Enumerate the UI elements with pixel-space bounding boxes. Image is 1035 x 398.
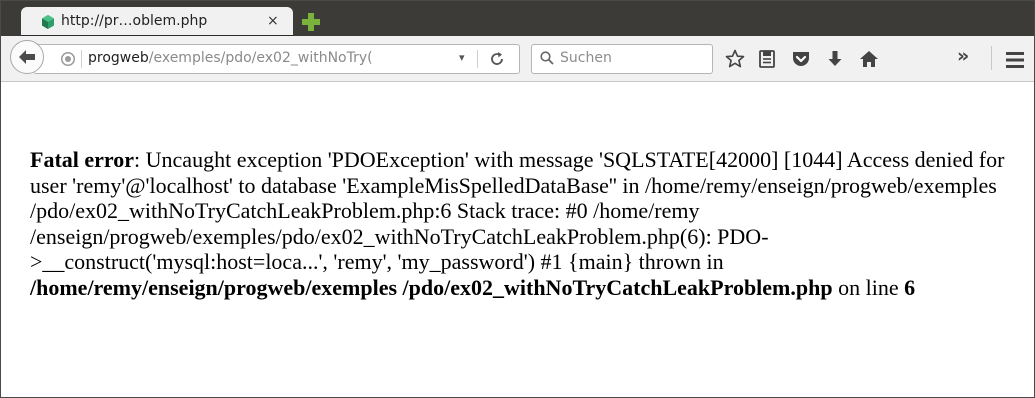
url-text[interactable]: progweb/exemples/pdo/ex02_withNoTry( [88, 50, 410, 66]
plus-icon[interactable] [301, 12, 321, 32]
search-input[interactable] [560, 48, 705, 68]
hamburger-menu-icon[interactable] [1005, 50, 1025, 70]
url-path: /exemples/pdo/ex02_withNoTry( [148, 50, 373, 66]
info-icon[interactable] [60, 51, 76, 67]
navigation-toolbar: progweb/exemples/pdo/ex02_withNoTry( ▾ S… [1, 36, 1034, 82]
url-host: progweb [88, 50, 149, 66]
back-arrow-icon [19, 50, 35, 64]
url-separator [477, 50, 478, 68]
error-message: Fatal error: Uncaught exception 'PDOExce… [30, 147, 1025, 300]
tab-title: http://pr…oblem.php [61, 13, 208, 29]
pocket-icon[interactable] [791, 49, 811, 69]
error-line-label: on line [832, 274, 905, 300]
download-icon[interactable] [825, 49, 845, 69]
browser-window: http://pr…oblem.php × progweb/exemples/p… [0, 0, 1035, 398]
home-icon[interactable] [859, 49, 879, 69]
toolbar-separator [991, 46, 992, 70]
search-box[interactable] [531, 44, 713, 74]
url-bar[interactable]: progweb/exemples/pdo/ex02_withNoTry( ▾ [33, 44, 520, 74]
bookmark-star-icon[interactable] [725, 49, 745, 69]
tab-strip: http://pr…oblem.php × [1, 1, 1034, 36]
reading-list-icon[interactable] [757, 49, 777, 69]
chevron-overflow-icon[interactable]: » [957, 45, 969, 67]
url-separator [81, 50, 82, 68]
error-line-number: 6 [904, 274, 916, 300]
chevron-down-icon[interactable]: ▾ [459, 51, 465, 64]
error-label: Fatal error [30, 147, 135, 172]
tab-close-icon[interactable]: × [267, 12, 279, 30]
active-tab[interactable]: http://pr…oblem.php × [21, 7, 293, 36]
error-file: /home/remy/enseign/progweb/exemples /pdo… [30, 274, 833, 300]
back-button[interactable] [10, 40, 44, 74]
puzzle-piece-icon [42, 15, 54, 29]
search-icon [540, 51, 554, 65]
reload-icon[interactable] [489, 51, 505, 67]
error-text: : Uncaught exception 'PDOException' with… [30, 147, 1005, 274]
